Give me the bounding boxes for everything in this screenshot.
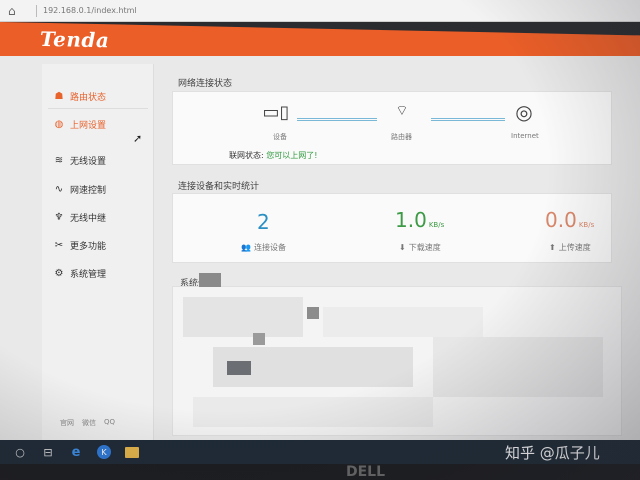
zhihu-watermark: 知乎 @瓜子儿 <box>505 444 600 462</box>
pixelated-block <box>433 337 603 397</box>
pixelated-block <box>183 297 303 337</box>
search-icon[interactable]: ○ <box>10 442 30 462</box>
stats-panel: 2 👥 连接设备 1.0 KB/s ⬇ 下载速度 0.0 KB/s ⬆ 上传速度 <box>172 193 612 263</box>
router-admin-page: ☗ 路由状态 ◍ 上网设置 ≋ 无线设置 ∿ 网速控制 ♆ 无线中继 ✂ 更多功… <box>0 56 640 440</box>
connected-devices-count: 2 <box>257 210 270 234</box>
upload-speed: 0.0 KB/s <box>545 208 594 232</box>
sidebar-item-wireless-settings[interactable]: ≋ 无线设置 <box>52 150 106 170</box>
computer-phone-icon: ▭▯ <box>262 102 290 123</box>
pixelated-block <box>193 397 433 427</box>
users-icon: 👥 <box>241 243 251 252</box>
network-status-title: 网络连接状态 <box>178 79 233 89</box>
sidebar: ☗ 路由状态 ◍ 上网设置 ≋ 无线设置 ∿ 网速控制 ♆ 无线中继 ✂ 更多功… <box>42 64 154 440</box>
upload-speed-label: 上传速度 <box>558 243 591 252</box>
task-view-icon[interactable]: ⊟ <box>38 442 58 462</box>
mouse-cursor-icon: ➚ <box>133 132 143 145</box>
stats-title: 连接设备和实时统计 <box>178 182 260 192</box>
connected-devices-caption: 👥 连接设备 <box>241 242 286 253</box>
globe-icon: ◍ <box>54 118 64 130</box>
k-app-icon: K <box>97 445 111 459</box>
router-status-icon: ☗ <box>54 90 64 102</box>
connected-devices-label: 连接设备 <box>253 243 286 252</box>
upload-speed-unit: KB/s <box>578 221 595 229</box>
upload-speed-value: 0.0 <box>545 208 577 232</box>
pixelated-block <box>199 273 221 287</box>
sidebar-item-label: 路由状态 <box>70 92 107 103</box>
sidebar-footer: 官网 微信 QQ <box>60 418 115 428</box>
device-label: 设备 <box>273 133 287 141</box>
download-speed: 1.0 KB/s <box>395 208 444 232</box>
gear-icon: ⚙ <box>54 267 64 279</box>
pixelated-block <box>323 307 483 337</box>
globe-icon: ◎ <box>515 100 533 124</box>
download-speed-label: 下载速度 <box>408 243 441 252</box>
download-icon: ⬇ <box>399 243 406 252</box>
sidebar-item-speed-control[interactable]: ∿ 网速控制 <box>52 179 106 199</box>
sidebar-item-label: 无线中继 <box>70 213 107 224</box>
download-speed-caption: ⬇ 下载速度 <box>399 242 441 253</box>
browser-toolbar: ⌂ 192.168.0.1/index.html <box>0 0 640 22</box>
antenna-icon: ♆ <box>54 211 64 223</box>
connection-line <box>431 118 505 121</box>
footer-link[interactable]: 微信 <box>82 418 96 428</box>
sidebar-item-wireless-repeater[interactable]: ♆ 无线中继 <box>52 207 107 227</box>
upload-speed-caption: ⬆ 上传速度 <box>549 242 591 253</box>
tenda-logo: Tenda <box>40 26 110 53</box>
folder-icon <box>125 446 139 458</box>
connection-status: 联网状态: 您可以上网了! <box>229 150 317 161</box>
file-explorer-taskbar-item[interactable] <box>122 442 142 462</box>
sidebar-item-label: 上网设置 <box>70 120 107 131</box>
internet-label: Internet <box>511 132 539 140</box>
sidebar-item-label: 无线设置 <box>70 156 107 167</box>
sidebar-divider <box>48 108 148 109</box>
pixelated-block <box>227 361 251 375</box>
address-url[interactable]: 192.168.0.1/index.html <box>43 6 137 15</box>
pixelated-block <box>253 333 265 345</box>
tools-icon: ✂ <box>54 239 64 251</box>
sidebar-item-label: 网速控制 <box>70 185 107 196</box>
download-speed-unit: KB/s <box>428 221 445 229</box>
address-bar[interactable]: 192.168.0.1/index.html <box>36 3 336 19</box>
monitor-bezel <box>0 464 640 480</box>
sidebar-item-router-status[interactable]: ☗ 路由状态 <box>52 86 107 106</box>
router-icon: ⌔ <box>395 103 409 119</box>
pixelated-block <box>307 307 319 319</box>
speed-chart-icon: ∿ <box>54 183 64 195</box>
upload-icon: ⬆ <box>549 243 556 252</box>
connection-status-value: 您可以上网了! <box>266 151 318 160</box>
network-status-panel: ▭▯ 设备 ⌔ 路由器 ◎ Internet 联网状态: 您可以上网了! <box>172 91 612 165</box>
sidebar-item-internet-settings[interactable]: ◍ 上网设置 <box>52 114 106 134</box>
sidebar-item-system-management[interactable]: ⚙ 系统管理 <box>52 263 107 283</box>
sidebar-item-label: 更多功能 <box>70 241 107 252</box>
address-divider <box>36 4 37 17</box>
edge-browser-icon[interactable]: e <box>66 442 86 462</box>
wifi-icon: ≋ <box>54 154 64 166</box>
router-label: 路由器 <box>391 133 412 141</box>
footer-link[interactable]: 官网 <box>60 418 74 428</box>
sidebar-item-label: 系统管理 <box>70 269 107 280</box>
footer-link[interactable]: QQ <box>104 418 115 428</box>
sidebar-item-more-features[interactable]: ✂ 更多功能 <box>52 235 106 255</box>
k-app-taskbar-item[interactable]: K <box>94 442 114 462</box>
download-speed-value: 1.0 <box>395 208 427 232</box>
connection-line <box>297 118 377 121</box>
connection-status-label: 联网状态: <box>229 151 264 160</box>
home-icon[interactable]: ⌂ <box>8 4 22 18</box>
system-info-panel <box>172 273 622 436</box>
dell-logo: DELL <box>346 464 386 480</box>
